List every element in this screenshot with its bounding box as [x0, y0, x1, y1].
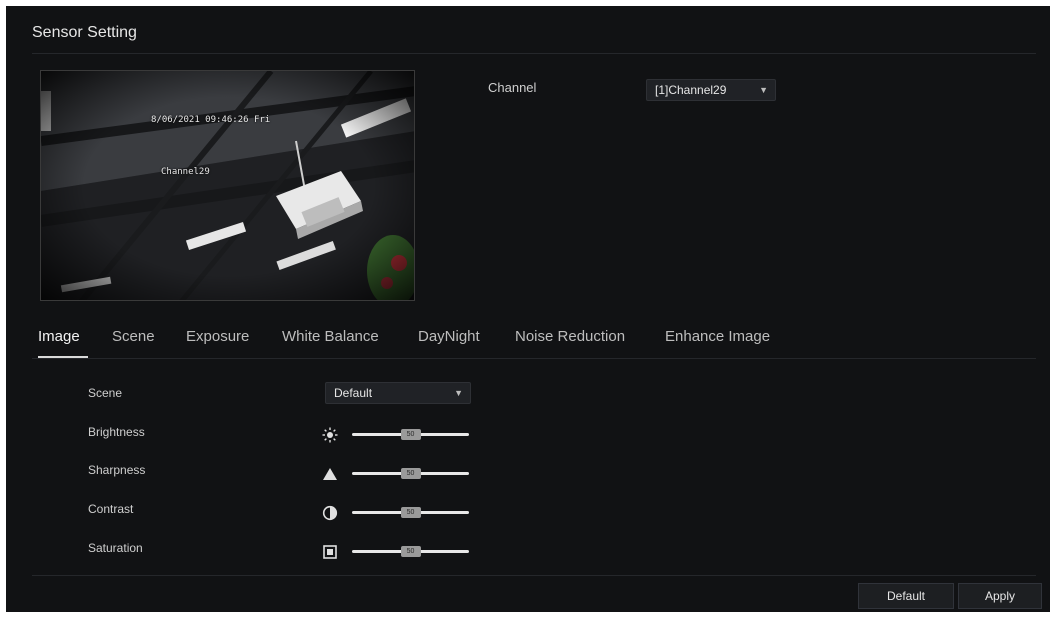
saturation-slider[interactable]: 50: [352, 546, 469, 557]
osd-channel-name: Channel29: [161, 167, 210, 177]
apply-button[interactable]: Apply: [958, 583, 1042, 609]
brightness-slider[interactable]: 50: [352, 429, 469, 440]
scene-select-value: Default: [334, 386, 373, 400]
chevron-down-icon: ▼: [759, 85, 768, 95]
tab-white-balance[interactable]: White Balance: [282, 328, 379, 345]
osd-datetime: 8/06/2021 09:46:26 Fri: [151, 115, 271, 125]
saturation-icon: [323, 545, 337, 559]
default-button[interactable]: Default: [858, 583, 954, 609]
sharpness-slider-thumb[interactable]: 50: [400, 468, 421, 479]
sharpness-label: Sharpness: [88, 463, 146, 477]
footer-divider: [32, 575, 1036, 576]
sun-icon: [322, 427, 338, 443]
live-preview[interactable]: 8/06/2021 09:46:26 Fri Channel29: [40, 70, 415, 301]
chevron-down-icon: ▼: [454, 388, 463, 398]
channel-select[interactable]: [1]Channel29 ▼: [646, 79, 776, 101]
brightness-label: Brightness: [88, 425, 145, 439]
title-divider: [32, 53, 1036, 54]
tab-daynight[interactable]: DayNight: [418, 328, 480, 345]
camera-frame: [41, 71, 414, 300]
tab-enhance-image[interactable]: Enhance Image: [665, 328, 770, 345]
contrast-slider[interactable]: 50: [352, 507, 469, 518]
contrast-icon: [322, 505, 338, 521]
tab-noise-reduction[interactable]: Noise Reduction: [515, 328, 625, 345]
tab-exposure[interactable]: Exposure: [186, 328, 249, 345]
channel-label: Channel: [488, 80, 537, 95]
tab-divider: [32, 358, 1036, 359]
scene-select[interactable]: Default ▼: [325, 382, 471, 404]
saturation-slider-thumb[interactable]: 50: [400, 546, 421, 557]
triangle-icon: [323, 468, 337, 480]
page-title: Sensor Setting: [32, 24, 137, 41]
tab-scene[interactable]: Scene: [112, 328, 155, 345]
scene-label: Scene: [88, 386, 123, 400]
sharpness-slider[interactable]: 50: [352, 468, 469, 479]
contrast-label: Contrast: [88, 502, 134, 516]
channel-select-value: [1]Channel29: [655, 83, 727, 97]
brightness-slider-thumb[interactable]: 50: [400, 429, 421, 440]
saturation-label: Saturation: [88, 541, 143, 555]
contrast-slider-thumb[interactable]: 50: [400, 507, 421, 518]
tab-image[interactable]: Image: [38, 328, 80, 345]
